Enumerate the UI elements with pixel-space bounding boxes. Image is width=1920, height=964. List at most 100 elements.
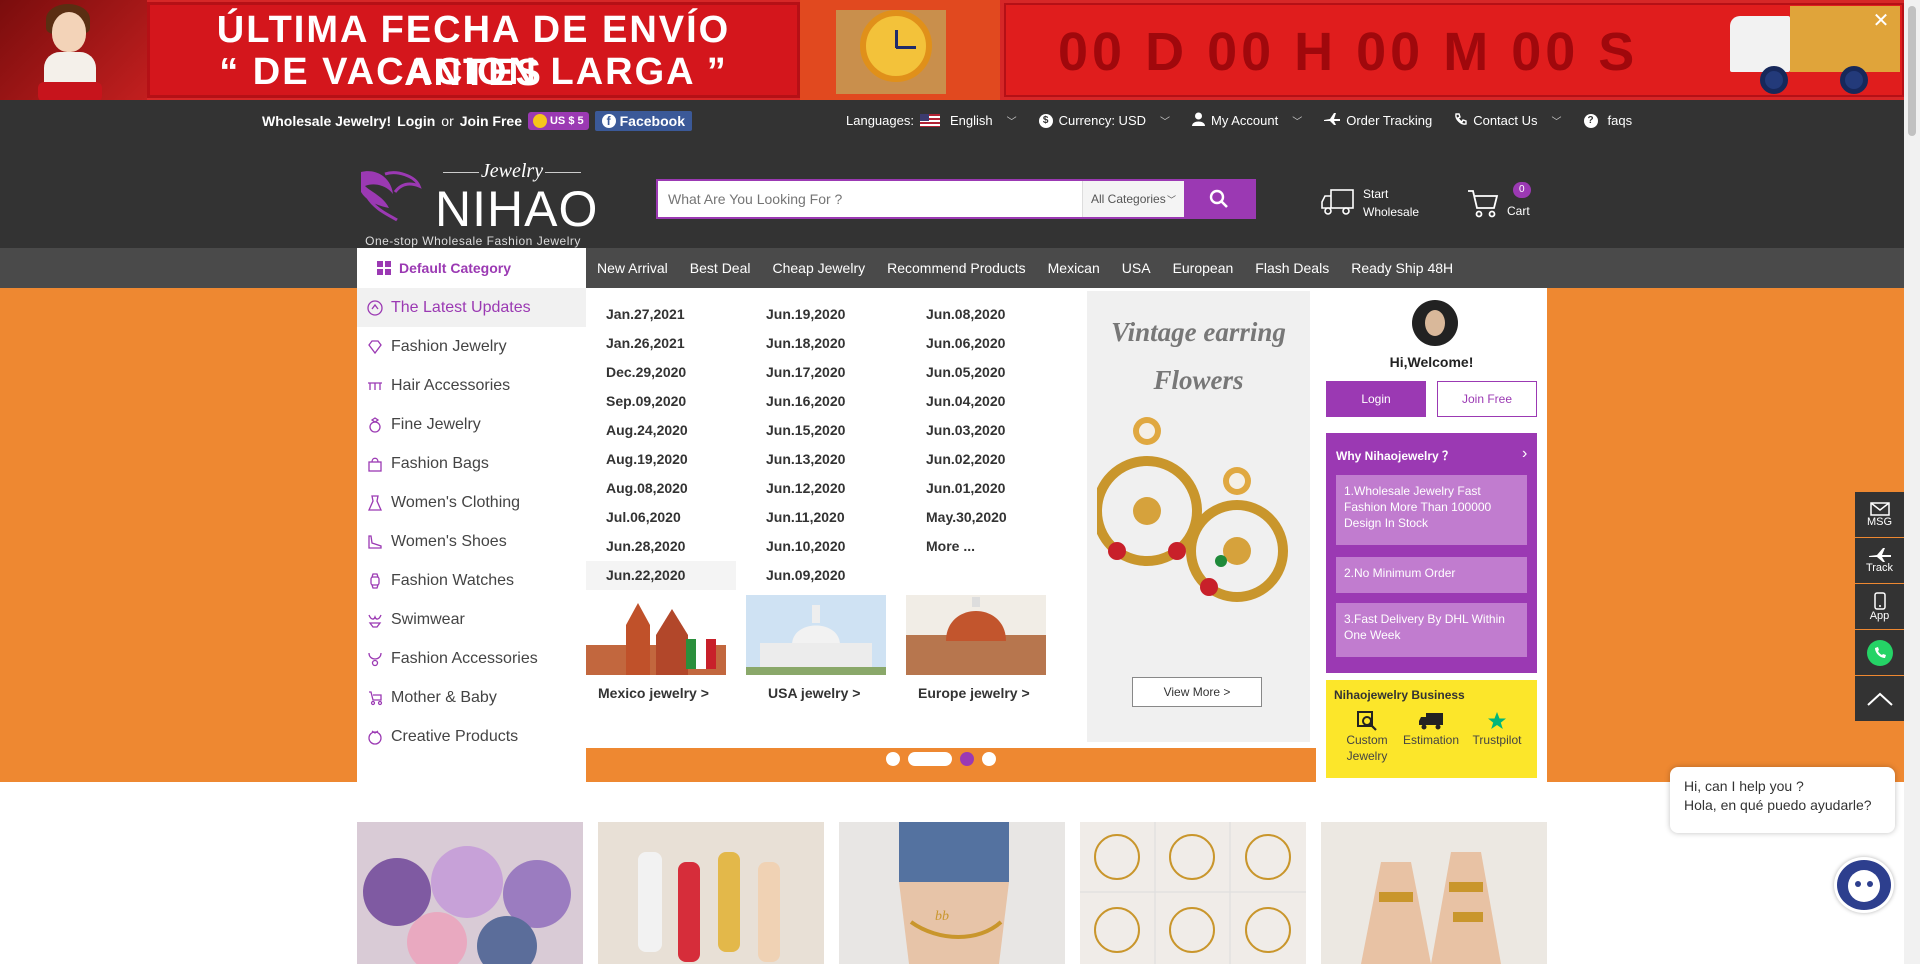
sidebar-item-fashion-watches[interactable]: Fashion Watches — [357, 561, 586, 600]
trustpilot-link[interactable]: Trustpilot — [1464, 710, 1530, 748]
date-link[interactable]: Sep.09,2020 — [586, 387, 736, 416]
start-wholesale-link[interactable]: Start Wholesale — [1321, 185, 1419, 221]
scrollbar-thumb[interactable] — [1908, 6, 1916, 136]
whatsapp-button[interactable] — [1855, 630, 1904, 675]
date-link[interactable]: Jul.06,2020 — [586, 503, 736, 532]
date-link[interactable]: Jun.28,2020 — [586, 532, 736, 561]
sidebar-item-swimwear[interactable]: Swimwear — [357, 600, 586, 639]
contact-us-menu[interactable]: Contact Us ﹀ — [1454, 112, 1562, 129]
date-link[interactable]: Jun.15,2020 — [746, 416, 896, 445]
top-join-free-link[interactable]: Join Free — [460, 113, 522, 129]
carousel-dot[interactable] — [908, 752, 952, 766]
product-thumbnail-scrunchies[interactable] — [357, 822, 583, 964]
date-link[interactable]: Aug.08,2020 — [586, 474, 736, 503]
page-scrollbar[interactable] — [1904, 0, 1920, 964]
sidebar-item-fashion-bags[interactable]: Fashion Bags — [357, 444, 586, 483]
welcome-join-free-button[interactable]: Join Free — [1437, 381, 1537, 417]
date-link[interactable]: Jun.06,2020 — [906, 329, 1056, 358]
my-account-menu[interactable]: My Account ﹀ — [1192, 112, 1302, 129]
date-link[interactable]: Aug.24,2020 — [586, 416, 736, 445]
date-link[interactable]: Jun.02,2020 — [906, 445, 1056, 474]
europe-jewelry-link[interactable]: Europe jewelry > — [906, 685, 1046, 701]
top-login-link[interactable]: Login — [397, 113, 435, 129]
region-europe[interactable]: Europe jewelry > — [906, 595, 1046, 701]
nav-link-european[interactable]: European — [1162, 260, 1245, 276]
sidebar-item-fashion-accessories[interactable]: Fashion Accessories — [357, 639, 586, 678]
date-link[interactable]: Jun.19,2020 — [746, 300, 896, 329]
coupon-badge[interactable]: US $ 5 — [527, 112, 589, 130]
sidebar-item-mother-baby[interactable]: Mother & Baby — [357, 678, 586, 717]
date-link[interactable]: Jun.17,2020 — [746, 358, 896, 387]
date-link[interactable]: Jun.08,2020 — [906, 300, 1056, 329]
date-link[interactable]: Jan.27,2021 — [586, 300, 736, 329]
site-logo[interactable]: Jewelry NIHAO One-stop Wholesale Fashion… — [357, 154, 597, 248]
cart-button[interactable]: 0 Cart — [1467, 182, 1531, 220]
msg-button[interactable]: MSG — [1855, 492, 1904, 537]
estimation-link[interactable]: Estimation — [1398, 710, 1464, 748]
nav-link-usa[interactable]: USA — [1111, 260, 1162, 276]
product-thumbnail-hair-clips[interactable] — [598, 822, 824, 964]
why-nihao-box[interactable]: Why Nihaojewelry ？ › 1.Wholesale Jewelry… — [1326, 433, 1537, 673]
faqs-link[interactable]: ? faqs — [1583, 113, 1632, 128]
welcome-login-button[interactable]: Login — [1326, 381, 1426, 417]
nav-link-mexican[interactable]: Mexican — [1037, 260, 1111, 276]
date-link[interactable]: Jun.05,2020 — [906, 358, 1056, 387]
date-link[interactable]: May.30,2020 — [906, 503, 1056, 532]
date-link[interactable]: Jun.18,2020 — [746, 329, 896, 358]
date-link[interactable]: Jan.26,2021 — [586, 329, 736, 358]
date-link[interactable]: Jun.04,2020 — [906, 387, 1056, 416]
vintage-earring-promo[interactable]: Vintage earring Flowers View More > — [1087, 291, 1310, 742]
carousel-dot[interactable] — [886, 752, 900, 766]
sidebar-item-latest-updates[interactable]: The Latest Updates — [357, 288, 586, 327]
nav-link-new-arrival[interactable]: New Arrival — [586, 260, 679, 276]
language-selector[interactable]: Languages: English ﹀ — [846, 113, 1017, 128]
carousel-dot-active[interactable] — [960, 752, 974, 766]
nav-link-flash-deals[interactable]: Flash Deals — [1244, 260, 1340, 276]
sidebar-item-creative-products[interactable]: Creative Products — [357, 717, 586, 756]
search-button[interactable] — [1184, 181, 1254, 217]
date-link[interactable]: Jun.11,2020 — [746, 503, 896, 532]
date-link[interactable]: Jun.03,2020 — [906, 416, 1056, 445]
date-link[interactable]: Jun.09,2020 — [746, 561, 896, 590]
chat-bot-avatar-button[interactable] — [1834, 857, 1894, 913]
date-link[interactable]: Jun.13,2020 — [746, 445, 896, 474]
product-thumbnail-bracelets[interactable] — [1080, 822, 1306, 964]
region-usa[interactable]: USA jewelry > — [746, 595, 886, 701]
nav-link-cheap-jewelry[interactable]: Cheap Jewelry — [762, 260, 877, 276]
back-to-top-button[interactable] — [1855, 676, 1904, 721]
sidebar-item-womens-clothing[interactable]: Women's Clothing — [357, 483, 586, 522]
usa-jewelry-link[interactable]: USA jewelry > — [746, 685, 886, 701]
product-thumbnail-anklet[interactable]: bb — [839, 822, 1065, 964]
date-link[interactable]: Jun.12,2020 — [746, 474, 896, 503]
app-button[interactable]: App — [1855, 584, 1904, 629]
more-dates-link[interactable]: More ... — [906, 532, 1056, 561]
category-select[interactable]: All Categories ﹀ — [1082, 181, 1184, 217]
banner-close-button[interactable]: ✕ — [1870, 10, 1892, 32]
sidebar-item-hair-accessories[interactable]: Hair Accessories — [357, 366, 586, 405]
nav-link-ready-ship[interactable]: Ready Ship 48H — [1340, 260, 1464, 276]
custom-jewelry-link[interactable]: Custom Jewelry — [1334, 710, 1400, 764]
sidebar-item-womens-shoes[interactable]: Women's Shoes — [357, 522, 586, 561]
date-link[interactable]: Dec.29,2020 — [586, 358, 736, 387]
sidebar-item-fine-jewelry[interactable]: Fine Jewelry — [357, 405, 586, 444]
chat-prompt-bubble[interactable]: Hi, can I help you ? Hola, en qué puedo … — [1670, 767, 1895, 833]
track-button[interactable]: Track — [1855, 538, 1904, 583]
currency-selector[interactable]: $ Currency: USD ﹀ — [1038, 113, 1170, 128]
nav-link-best-deal[interactable]: Best Deal — [679, 260, 762, 276]
facebook-button[interactable]: f Facebook — [594, 111, 692, 131]
order-tracking-link[interactable]: Order Tracking — [1324, 113, 1432, 128]
nav-link-recommend-products[interactable]: Recommend Products — [876, 260, 1037, 276]
promo-banner[interactable]: ÚLTIMA FECHA DE ENVÍO ANTES “ DE VACACIO… — [0, 0, 1904, 100]
carousel-dot[interactable] — [982, 752, 996, 766]
product-thumbnail-rings[interactable] — [1321, 822, 1547, 964]
region-mexico[interactable]: Mexico jewelry > — [586, 595, 726, 701]
sidebar-item-fashion-jewelry[interactable]: Fashion Jewelry — [357, 327, 586, 366]
default-category-button[interactable]: Default Category — [357, 248, 586, 288]
search-input[interactable] — [658, 181, 1082, 217]
date-link[interactable]: Jun.01,2020 — [906, 474, 1056, 503]
view-more-button[interactable]: View More > — [1132, 677, 1262, 707]
date-link[interactable]: Jun.10,2020 — [746, 532, 896, 561]
chevron-right-icon[interactable]: › — [1522, 445, 1527, 463]
date-link[interactable]: Jun.16,2020 — [746, 387, 896, 416]
date-link[interactable]: Jun.22,2020 — [586, 561, 736, 590]
